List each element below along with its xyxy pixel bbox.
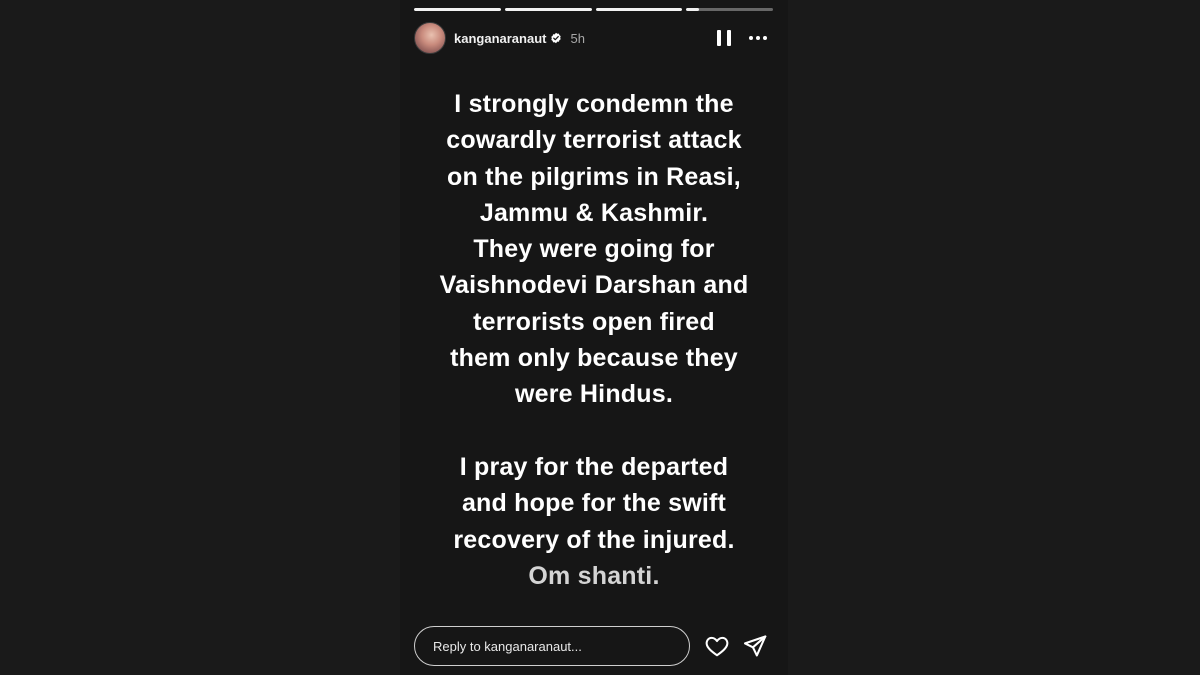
post-time: 5h	[570, 30, 585, 46]
story-text-line: They were going for	[473, 235, 715, 264]
story-viewer[interactable]: kanganaranaut 5h I strongly condemn the c…	[400, 0, 788, 675]
story-text-line: Vaishnodevi Darshan and	[439, 271, 749, 300]
header-actions	[717, 30, 773, 46]
progress-segment	[595, 8, 683, 11]
story-text-line: I pray for the departed	[459, 452, 729, 481]
story-progress-bar	[414, 8, 773, 11]
story-text-line: Om shanti.	[528, 561, 660, 590]
story-text: I strongly condemn the cowardly terrorist…	[400, 86, 788, 594]
story-text-line: and hope for the swift	[461, 489, 727, 518]
progress-fill	[595, 8, 683, 11]
avatar[interactable]	[414, 22, 446, 54]
story-text-line: Jammu & Kashmir.	[479, 198, 709, 227]
reply-input[interactable]	[414, 626, 690, 666]
story-text-line: recovery of the injured.	[453, 525, 735, 554]
progress-segment	[414, 8, 501, 11]
story-text-line: terrorists open fired	[473, 307, 715, 336]
story-footer	[414, 625, 773, 667]
verified-badge-icon	[551, 32, 562, 44]
pause-icon[interactable]	[717, 30, 731, 46]
heart-icon[interactable]	[704, 633, 730, 659]
page: kanganaranaut 5h I strongly condemn the c…	[0, 0, 1200, 675]
story-text-line: I strongly condemn the	[454, 90, 734, 118]
story-text-line: them only because they	[450, 344, 738, 373]
progress-fill	[504, 8, 592, 11]
progress-segment	[686, 8, 773, 11]
progress-fill	[686, 8, 700, 11]
progress-fill	[414, 8, 501, 11]
story-header: kanganaranaut 5h	[414, 22, 773, 54]
progress-segment	[504, 8, 592, 11]
story-text-line: on the pilgrims in Reasi,	[447, 162, 741, 191]
send-icon[interactable]	[742, 633, 768, 659]
story-text-line: were Hindus.	[515, 380, 673, 409]
story-text-gap	[400, 413, 788, 449]
username[interactable]: kanganaranaut	[454, 31, 546, 46]
more-options-icon[interactable]	[749, 36, 767, 40]
story-text-line: cowardly terrorist attack	[446, 126, 742, 155]
